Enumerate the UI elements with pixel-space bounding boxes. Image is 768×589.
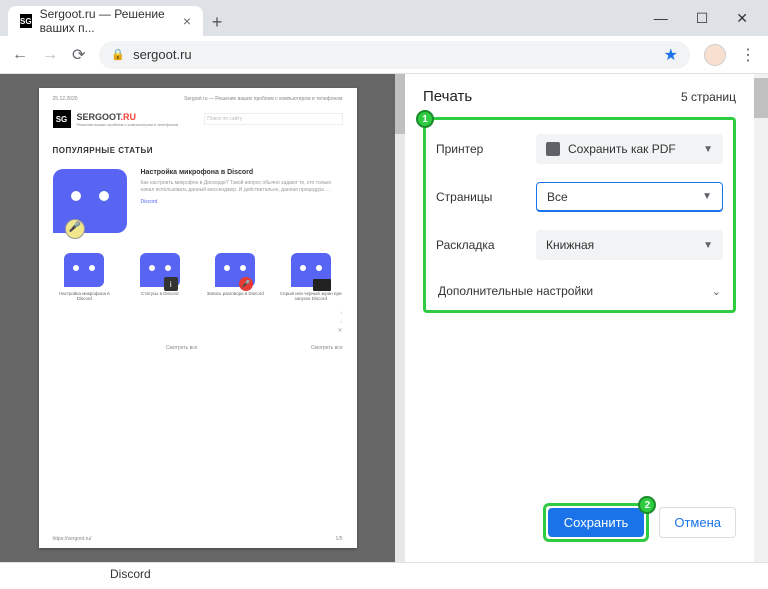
layout-row: Раскладка Книжная ▼ xyxy=(436,230,723,260)
more-settings-toggle[interactable]: Дополнительные настройки ⌄ xyxy=(436,278,723,300)
printer-label: Принтер xyxy=(436,142,536,156)
address-bar: ← → ⟳ 🔒 sergoot.ru ★ ⋮ xyxy=(0,36,768,74)
site-logo-text: SERGOOT.RU xyxy=(77,112,179,122)
nav-reload-icon[interactable]: ⟳ xyxy=(72,45,85,65)
browser-tab[interactable]: SG Sergoot.ru — Решение ваших п... × xyxy=(8,6,203,36)
window-close-icon[interactable]: ✕ xyxy=(736,10,748,27)
print-preview-pane: 25.12.2020 Sergoot.ru — Решение ваших пр… xyxy=(0,74,395,562)
layout-select[interactable]: Книжная ▼ xyxy=(536,230,723,260)
featured-article: Настройка микрофона в Discord Как настро… xyxy=(53,169,343,233)
discord-icon xyxy=(53,169,127,233)
list-item: iСтатусы в Discord xyxy=(128,253,192,302)
dialog-actions: 2 Сохранить Отмена xyxy=(423,503,736,548)
discord-icon xyxy=(291,253,331,287)
pdf-icon xyxy=(546,142,560,156)
new-tab-button[interactable]: + xyxy=(203,8,231,36)
main-area: 25.12.2020 Sergoot.ru — Решение ваших пр… xyxy=(0,74,768,562)
preview-header: Sergoot.ru — Решение ваших проблем с ком… xyxy=(184,96,342,102)
printer-row: Принтер Сохранить как PDF ▼ xyxy=(436,134,723,164)
discord-icon: i xyxy=(140,253,180,287)
print-panel: Печать 5 страниц 1 Принтер Сохранить как… xyxy=(405,74,754,562)
cancel-button[interactable]: Отмена xyxy=(659,507,736,538)
window-controls: — ☐ ✕ xyxy=(654,0,768,36)
nav-forward-icon[interactable]: → xyxy=(42,46,58,64)
preview-page: 25.12.2020 Sergoot.ru — Решение ваших пр… xyxy=(39,88,357,548)
see-all-link: Смотреть все xyxy=(166,345,198,351)
preview-page-number: 1/5 xyxy=(336,536,343,542)
tab-title: Sergoot.ru — Решение ваших п... xyxy=(40,7,175,35)
list-item: Настройка микрофона в Discord xyxy=(53,253,117,302)
lock-icon: 🔒 xyxy=(111,48,125,61)
pages-row: Страницы Все ▼ xyxy=(436,182,723,212)
bookmark-star-icon[interactable]: ★ xyxy=(664,45,678,65)
printer-select[interactable]: Сохранить как PDF ▼ xyxy=(536,134,723,164)
tab-favicon: SG xyxy=(20,14,32,28)
preview-scrollbar[interactable] xyxy=(395,74,405,562)
print-dialog-title: Печать xyxy=(423,88,472,105)
background-content-peek: Discord xyxy=(0,562,768,589)
window-minimize-icon[interactable]: — xyxy=(654,10,668,26)
tab-close-icon[interactable]: × xyxy=(183,13,191,29)
discord-icon xyxy=(64,253,104,287)
scroll-arrows: ↑↓✕ xyxy=(53,310,343,335)
save-button-highlight: 2 Сохранить xyxy=(543,503,650,542)
laptop-icon xyxy=(313,279,331,291)
annotation-badge-1: 1 xyxy=(416,110,434,128)
annotation-badge-2: 2 xyxy=(638,496,656,514)
profile-avatar[interactable] xyxy=(704,44,726,66)
section-heading: ПОПУЛЯРНЫЕ СТАТЬИ xyxy=(53,146,343,155)
preview-footer-url: https://sergoot.ru/ xyxy=(53,536,92,542)
print-settings-highlight: 1 Принтер Сохранить как PDF ▼ Страницы В… xyxy=(423,117,736,313)
panel-scrollbar[interactable] xyxy=(754,74,768,562)
layout-label: Раскладка xyxy=(436,238,536,252)
article-thumbs: Настройка микрофона в Discord iСтатусы в… xyxy=(53,253,343,302)
url-input[interactable]: 🔒 sergoot.ru ★ xyxy=(99,41,690,69)
window-maximize-icon[interactable]: ☐ xyxy=(696,10,709,27)
chevron-down-icon: ▼ xyxy=(703,240,713,251)
record-icon: 🎤 xyxy=(239,277,253,291)
page-count: 5 страниц xyxy=(681,90,736,104)
article-title: Настройка микрофона в Discord xyxy=(141,169,343,176)
url-text: sergoot.ru xyxy=(133,47,192,62)
site-logo-sub: Решение ваших проблем с компьютером и те… xyxy=(77,122,179,127)
info-icon: i xyxy=(164,277,178,291)
site-logo-mark: SG xyxy=(53,110,71,128)
article-desc: Как настроить микрофон в Дискорде? Такой… xyxy=(141,180,343,193)
chevron-down-icon: ▼ xyxy=(702,191,712,202)
nav-back-icon[interactable]: ← xyxy=(12,46,28,64)
chevron-down-icon: ⌄ xyxy=(712,285,721,298)
article-tag: Discord xyxy=(141,199,343,205)
list-item: Серый или черный экран при запуске Disco… xyxy=(279,253,343,302)
see-all-link: Смотреть все xyxy=(311,345,343,351)
browser-menu-icon[interactable]: ⋮ xyxy=(740,45,756,65)
preview-date: 25.12.2020 xyxy=(53,96,78,102)
chevron-down-icon: ▼ xyxy=(703,144,713,155)
list-item: 🎤Запись разговора в Discord xyxy=(204,253,268,302)
microphone-icon xyxy=(65,219,85,239)
discord-icon: 🎤 xyxy=(215,253,255,287)
save-button[interactable]: Сохранить xyxy=(548,508,645,537)
site-search-input: Поиск по сайту xyxy=(204,113,342,125)
pages-label: Страницы xyxy=(436,190,536,204)
pages-select[interactable]: Все ▼ xyxy=(536,182,723,212)
